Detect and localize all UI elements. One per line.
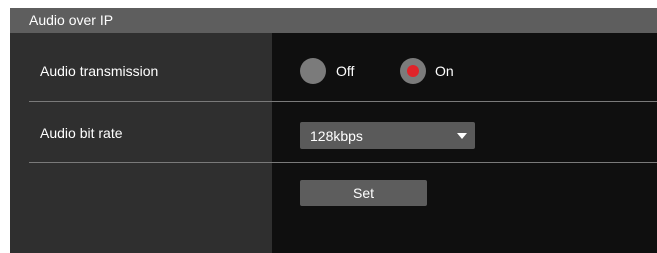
radio-selected-dot-icon <box>407 65 419 77</box>
audio-bit-rate-value: 128kbps <box>310 128 363 144</box>
audio-transmission-off-label[interactable]: Off <box>336 63 354 79</box>
audio-over-ip-panel: Audio over IP Audio transmission Off On … <box>10 8 657 253</box>
audio-transmission-on-radio[interactable] <box>400 58 426 84</box>
row-divider <box>29 162 657 163</box>
set-button[interactable]: Set <box>300 180 427 206</box>
section-header: Audio over IP <box>10 8 657 33</box>
audio-bit-rate-select[interactable]: 128kbps <box>300 122 475 149</box>
row-divider <box>29 101 657 102</box>
audio-bit-rate-label: Audio bit rate <box>40 125 123 141</box>
audio-transmission-label: Audio transmission <box>40 63 159 79</box>
audio-transmission-on-label[interactable]: On <box>435 63 454 79</box>
section-title: Audio over IP <box>29 12 114 28</box>
chevron-down-icon <box>457 133 467 139</box>
audio-transmission-off-radio[interactable] <box>300 58 326 84</box>
